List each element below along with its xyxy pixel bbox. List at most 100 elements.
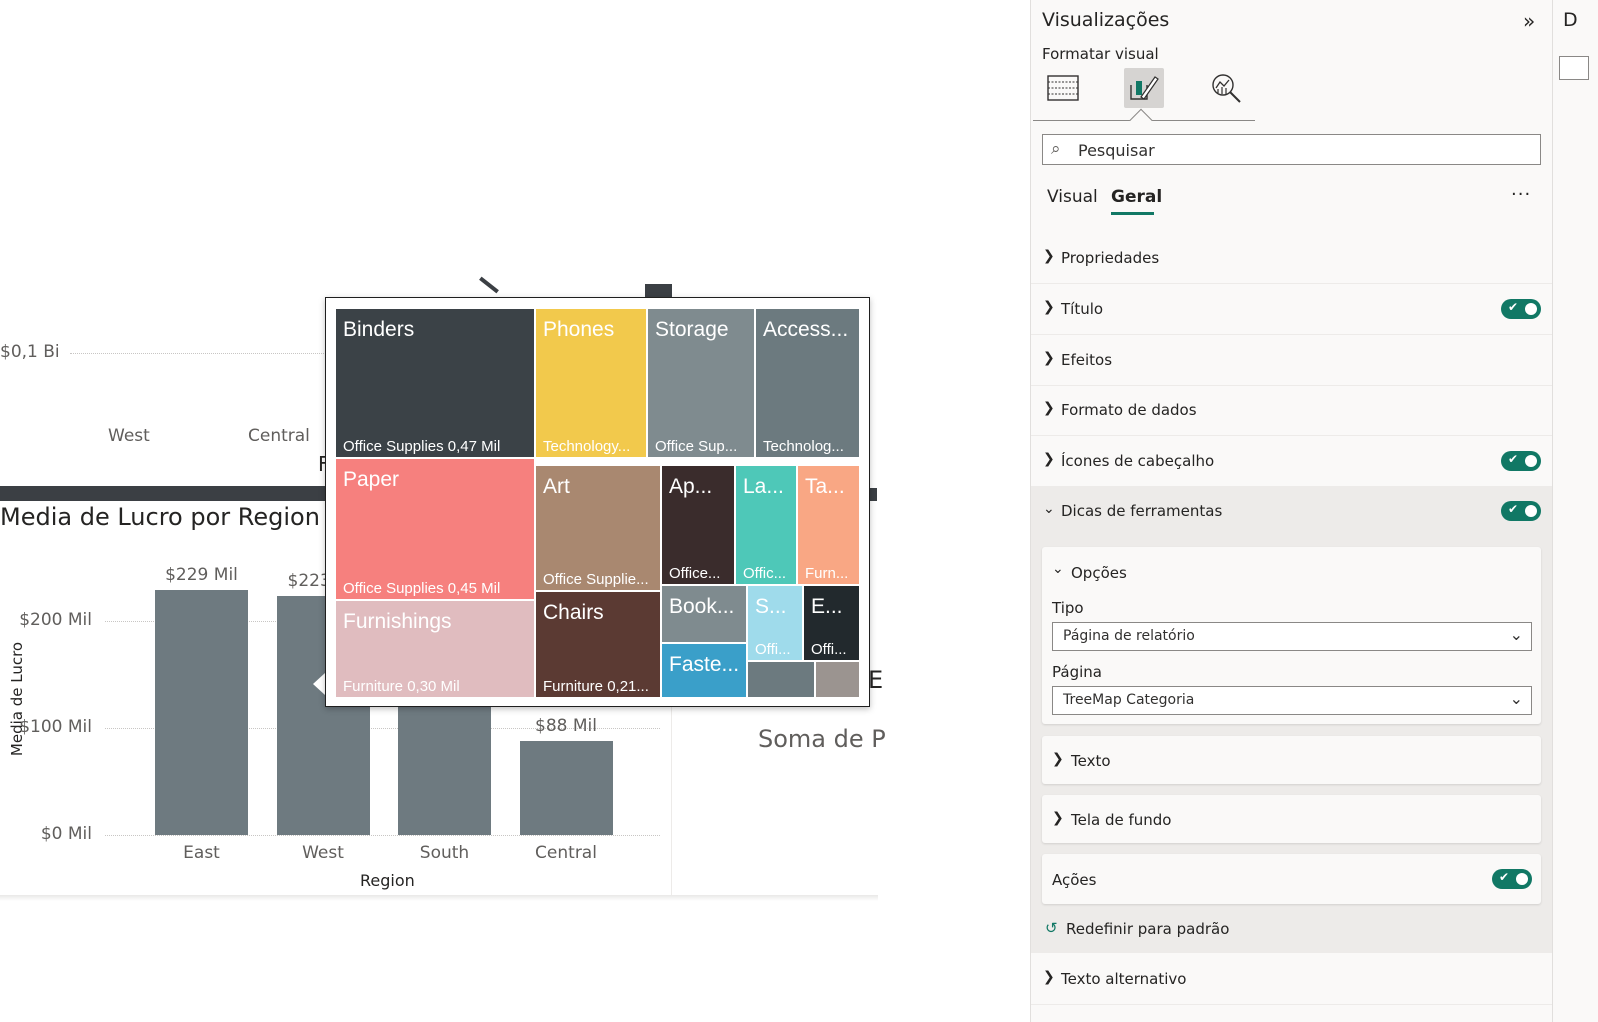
section-dicas-header[interactable]: ⌄ Dicas de ferramentas ✔: [1031, 487, 1552, 537]
tile-detail: Furn...: [805, 565, 849, 582]
bar-east[interactable]: [155, 589, 248, 835]
treemap-tile-ap[interactable]: Ap... Office...: [661, 465, 735, 585]
reset-icon[interactable]: ↺: [1045, 919, 1058, 937]
treemap-tile-chairs[interactable]: Chairs Furniture 0,21...: [535, 591, 661, 698]
treemap-tile[interactable]: [747, 661, 815, 698]
y-tick-label: $200 Mil: [19, 609, 92, 630]
treemap-tile-access[interactable]: Access... Technolog...: [755, 308, 860, 458]
bar-central[interactable]: [519, 740, 613, 835]
treemap-tile-ta[interactable]: Ta... Furn...: [797, 465, 860, 585]
tile-name: Art: [543, 475, 570, 498]
chevron-right-icon: ❯: [1043, 451, 1055, 467]
collapse-pane-icon[interactable]: »: [1523, 9, 1535, 33]
tile-name: Ta...: [805, 475, 845, 498]
data-pane-search[interactable]: [1559, 56, 1589, 80]
chevron-right-icon: ❯: [1043, 299, 1055, 315]
partial-visual-letter: E: [868, 666, 884, 694]
data-pane-collapsed[interactable]: D: [1552, 0, 1598, 1022]
section-label: Título: [1061, 300, 1104, 318]
reset-to-default-link[interactable]: Redefinir para padrão: [1066, 920, 1229, 938]
search-input[interactable]: [1078, 138, 1528, 162]
tab-visual[interactable]: Visual: [1047, 187, 1098, 207]
treemap-tile-paper[interactable]: Paper Office Supplies 0,45 Mil: [335, 458, 535, 600]
section-label: Ícones de cabeçalho: [1061, 452, 1215, 470]
pagina-label: Página: [1052, 663, 1102, 681]
treemap-tile-storage[interactable]: Storage Office Sup...: [647, 308, 755, 458]
chevron-down-icon: ⌄: [1509, 625, 1523, 644]
section-texto-alternativo[interactable]: ❯ Texto alternativo: [1031, 955, 1552, 1005]
active-tab-indicator: [1129, 108, 1153, 132]
tile-detail: Office Supplies 0,45 Mil: [343, 580, 501, 597]
tile-detail: Office Supplie...: [543, 571, 649, 588]
format-visual-label: Formatar visual: [1042, 45, 1159, 63]
analytics-icon[interactable]: [1206, 68, 1246, 108]
chevron-down-icon[interactable]: ⌄: [1052, 561, 1064, 577]
tipo-label: Tipo: [1052, 599, 1084, 617]
tile-detail: Offi...: [811, 641, 847, 658]
section-label: Texto alternativo: [1061, 970, 1187, 988]
treemap-tile-binders[interactable]: Binders Office Supplies 0,47 Mil: [335, 308, 535, 458]
tipo-dropdown[interactable]: Página de relatório ⌄: [1052, 622, 1532, 651]
section-efeitos[interactable]: ❯ Efeitos: [1031, 336, 1552, 386]
tooltip-page: Binders Office Supplies 0,47 Mil Phones Tec…: [325, 297, 870, 707]
tab-geral[interactable]: Geral: [1111, 187, 1162, 207]
treemap-tile-e[interactable]: E... Offi...: [803, 585, 860, 661]
tile-name: La...: [743, 475, 784, 498]
x-tick-label: West: [302, 843, 344, 863]
chevron-right-icon: ❯: [1052, 810, 1064, 826]
tile-detail: Technolog...: [763, 438, 844, 455]
data-label: $229 Mil: [165, 564, 238, 585]
tile-name: Faste...: [669, 653, 740, 676]
format-visual-icon[interactable]: [1124, 68, 1164, 108]
card-tela-fundo[interactable]: ❯ Tela de fundo: [1042, 795, 1541, 843]
data-label: $88 Mil: [535, 715, 597, 736]
treemap-tile-s[interactable]: S... Offi...: [747, 585, 803, 661]
treemap-tile-art[interactable]: Art Office Supplie...: [535, 465, 661, 591]
tile-name: Paper: [343, 468, 400, 491]
tile-detail: Office...: [669, 565, 721, 582]
check-icon: ✔: [1508, 502, 1519, 516]
toggle-knob: [1525, 303, 1537, 315]
partial-visual-title: Soma de P: [758, 725, 886, 753]
treemap-tile-book[interactable]: Book...: [661, 585, 747, 643]
tile-name: Binders: [343, 318, 415, 341]
section-icones-cabecalho[interactable]: ❯ Ícones de cabeçalho ✔: [1031, 437, 1552, 487]
tile-name: E...: [811, 595, 843, 618]
tile-detail: Technology...: [543, 438, 631, 455]
x-tick-label: Central: [535, 843, 597, 863]
chevron-down-icon: ⌄: [1043, 501, 1055, 517]
section-formato-dados[interactable]: ❯ Formato de dados: [1031, 386, 1552, 436]
chevron-down-icon: ⌄: [1509, 689, 1523, 708]
section-titulo[interactable]: ❯ Título ✔: [1031, 285, 1552, 335]
acoes-toggle[interactable]: ✔: [1492, 869, 1532, 889]
treemap-tile-phones[interactable]: Phones Technology...: [535, 308, 647, 458]
check-icon: ✔: [1508, 452, 1519, 466]
dicas-toggle[interactable]: ✔: [1501, 501, 1541, 521]
chevron-right-icon: ❯: [1043, 969, 1055, 985]
titulo-toggle[interactable]: ✔: [1501, 299, 1541, 319]
pagina-dropdown[interactable]: TreeMap Categoria ⌄: [1052, 686, 1532, 715]
card-texto[interactable]: ❯ Texto: [1042, 736, 1541, 784]
report-canvas: $0,1 Bi West Central F Media de Lucro po…: [0, 0, 1030, 1022]
chevron-right-icon: ❯: [1043, 350, 1055, 366]
tile-name: Phones: [543, 318, 615, 341]
treemap-tile-faste[interactable]: Faste...: [661, 643, 747, 698]
toggle-knob: [1525, 455, 1537, 467]
y-gridline: [105, 835, 660, 836]
section-propriedades[interactable]: ❯ Propriedades: [1031, 234, 1552, 284]
card-acoes[interactable]: Ações ✔: [1042, 854, 1541, 904]
tile-name: S...: [755, 595, 787, 618]
toggle-knob: [1525, 505, 1537, 517]
treemap-tile-furnishings[interactable]: Furnishings Furniture 0,30 Mil: [335, 600, 535, 698]
search-box[interactable]: ⌕: [1042, 134, 1541, 165]
chevron-right-icon: ❯: [1043, 400, 1055, 416]
treemap-tile[interactable]: [815, 661, 860, 698]
treemap-tile-la[interactable]: La... Offic...: [735, 465, 797, 585]
more-options-icon[interactable]: ···: [1511, 184, 1531, 205]
icones-toggle[interactable]: ✔: [1501, 451, 1541, 471]
tile-name: Access...: [763, 318, 849, 341]
build-visual-icon[interactable]: [1043, 68, 1083, 108]
chevron-right-icon: ❯: [1052, 751, 1064, 767]
check-icon: ✔: [1499, 870, 1510, 884]
visual-divider: [671, 700, 672, 895]
